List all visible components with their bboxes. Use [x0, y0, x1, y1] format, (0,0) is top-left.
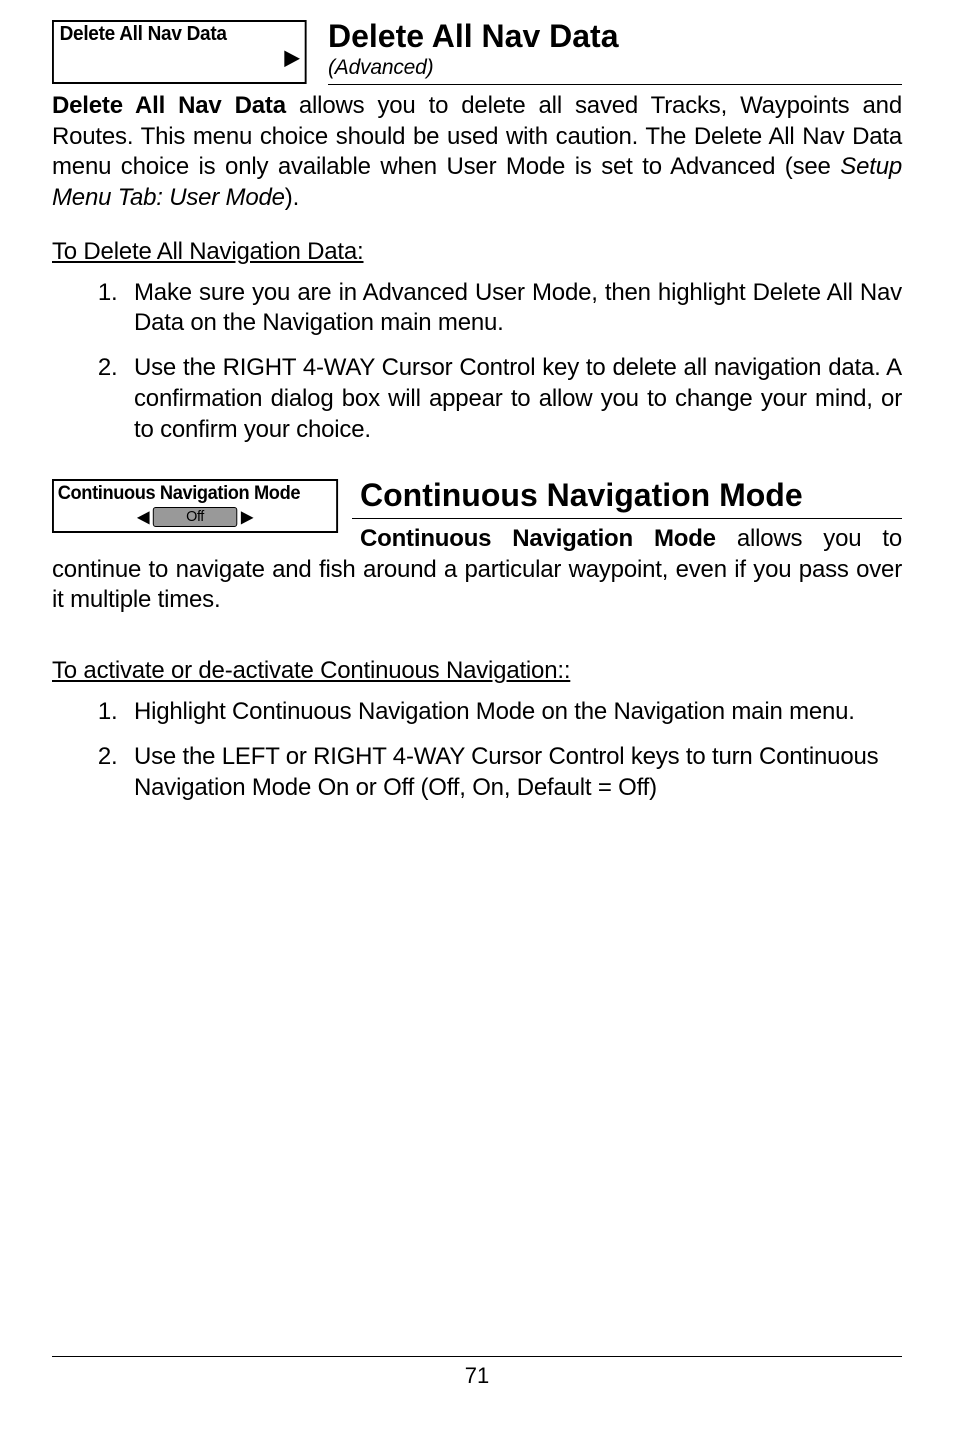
- arrow-left-icon: ◀: [138, 507, 149, 527]
- section1-header: Delete All Nav Data ▶ Delete All Nav Dat…: [52, 20, 902, 85]
- menu-item-label: Continuous Navigation Mode: [58, 483, 333, 505]
- section2: Continuous Navigation Mode ◀ Off ▶ Conti…: [52, 479, 902, 803]
- value-pill: Off: [153, 507, 237, 527]
- section1-steps-heading: To Delete All Navigation Data:: [52, 238, 902, 266]
- arrow-right-icon: ▶: [285, 48, 299, 68]
- menu-item-delete-all-nav-data: Delete All Nav Data ▶: [52, 20, 307, 84]
- menu-control-row: ◀ Off ▶: [58, 507, 333, 527]
- section2-header: Continuous Navigation Mode ◀ Off ▶ Conti…: [52, 479, 902, 639]
- arrow-right-icon: ▶: [241, 507, 252, 527]
- section1-title-block: Delete All Nav Data (Advanced): [328, 20, 902, 85]
- page-footer: 71: [52, 1356, 902, 1389]
- section1-paragraph: Delete All Nav Data allows you to delete…: [52, 91, 902, 214]
- section1-subtitle: (Advanced): [328, 56, 902, 80]
- list-item: Use the LEFT or RIGHT 4-WAY Cursor Contr…: [124, 742, 902, 803]
- list-item: Make sure you are in Advanced User Mode,…: [124, 278, 902, 339]
- menu-item-label: Delete All Nav Data: [60, 23, 299, 46]
- paragraph-end: ).: [285, 184, 299, 211]
- section1-steps: Make sure you are in Advanced User Mode,…: [52, 278, 902, 446]
- section2-steps: Highlight Continuous Navigation Mode on …: [52, 697, 902, 803]
- divider: [352, 518, 902, 519]
- divider: [328, 84, 902, 85]
- list-item: Use the RIGHT 4-WAY Cursor Control key t…: [124, 353, 902, 445]
- section1-title: Delete All Nav Data: [328, 20, 902, 54]
- paragraph-lead: Delete All Nav Data: [52, 92, 286, 119]
- page-number: 71: [465, 1363, 489, 1388]
- menu-item-continuous-navigation-mode: Continuous Navigation Mode ◀ Off ▶: [52, 479, 338, 533]
- divider: [52, 1356, 902, 1357]
- list-item: Highlight Continuous Navigation Mode on …: [124, 697, 902, 728]
- section2-steps-heading: To activate or de-activate Continuous Na…: [52, 657, 902, 685]
- section2-paragraph: Continuous Navigation Mode allows you to…: [52, 524, 902, 615]
- paragraph-lead: Continuous Navigation Mode: [360, 525, 716, 552]
